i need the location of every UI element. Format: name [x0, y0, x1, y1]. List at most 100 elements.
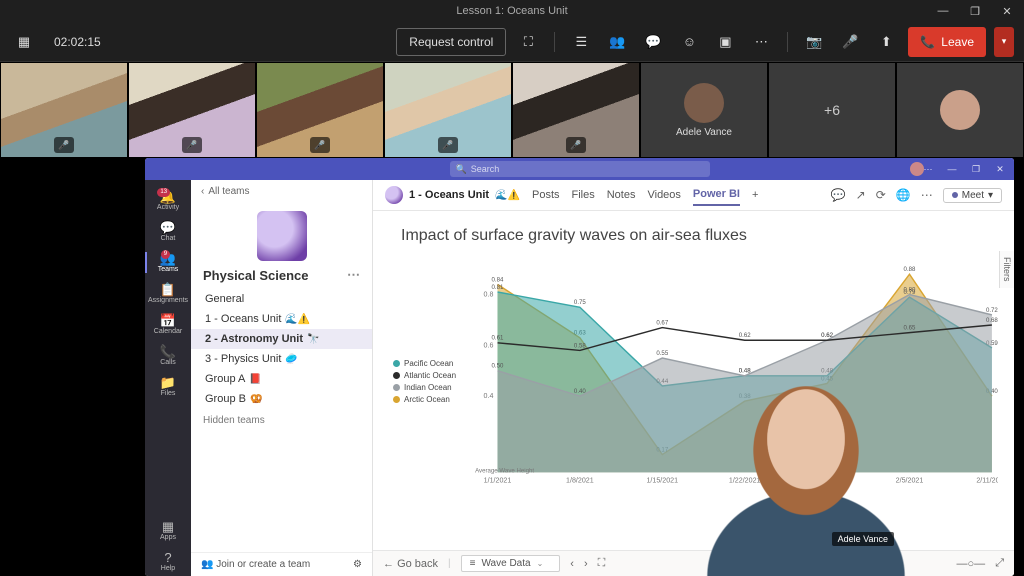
rail-item-calendar[interactable]: 📅Calendar — [145, 310, 191, 339]
hidden-teams-link[interactable]: Hidden teams — [191, 409, 372, 432]
next-page-button[interactable]: › — [584, 558, 588, 570]
people-icon[interactable]: 👥 — [603, 28, 631, 56]
stop-presenting-icon[interactable]: ⛶ — [514, 28, 542, 56]
request-control-button[interactable]: Request control — [396, 28, 506, 56]
inner-maximize-icon[interactable]: ❐ — [966, 158, 986, 180]
channel-item[interactable]: Group A 📕 — [191, 369, 372, 389]
tab-expand-icon[interactable]: ↗ — [856, 188, 866, 202]
more-icon[interactable]: ⋯ — [747, 28, 775, 56]
channel-title: 1 - Oceans Unit 🌊⚠️ — [385, 186, 520, 204]
rail-item-apps[interactable]: ▦Apps — [145, 516, 191, 545]
grid-view-icon[interactable]: ▦ — [10, 28, 38, 56]
chart-title: Impact of surface gravity waves on air-s… — [401, 227, 998, 245]
legend-item: Arctic Ocean — [393, 395, 469, 404]
go-back-button[interactable]: ← Go back — [383, 558, 438, 570]
close-icon[interactable]: ✕ — [994, 0, 1020, 22]
rail-item-chat[interactable]: 💬Chat — [145, 217, 191, 246]
add-tab-button[interactable]: + — [752, 185, 758, 205]
svg-text:0.55: 0.55 — [656, 350, 668, 357]
tab-globe-icon[interactable]: 🌐 — [896, 188, 911, 202]
rail-item-calls[interactable]: 📞Calls — [145, 341, 191, 370]
prev-page-button[interactable]: ‹ — [570, 558, 574, 570]
participant-self-tile[interactable] — [897, 63, 1023, 157]
participant-tile[interactable]: 🎤 — [129, 63, 255, 157]
rail-item-activity[interactable]: 🔔13Activity — [145, 186, 191, 215]
minimize-icon[interactable]: — — [930, 0, 956, 22]
report-page-tab[interactable]: ≡ Wave Data ⌄ — [461, 555, 561, 572]
fullscreen-icon[interactable]: ⤢ — [995, 557, 1004, 570]
share-icon[interactable]: ⬆ — [872, 28, 900, 56]
tab-posts[interactable]: Posts — [532, 185, 560, 205]
mic-indicator-icon: 🎤 — [438, 137, 458, 153]
leave-menu-button[interactable]: ▾ — [994, 27, 1014, 57]
participant-strip: 🎤 🎤 🎤 🎤 🎤 Adele Vance +6 — [0, 62, 1024, 158]
mic-indicator-icon: 🎤 — [310, 137, 330, 153]
chat-icon[interactable]: 💬 — [639, 28, 667, 56]
svg-text:1/29/2021: 1/29/2021 — [811, 477, 843, 485]
shared-teams-window: 🔍 Search ⋯ — ❐ ✕ 🔔13Activity💬Chat👥9Teams… — [145, 158, 1014, 576]
inner-close-icon[interactable]: ✕ — [990, 158, 1010, 180]
zoom-slider-icon[interactable]: —○— — [957, 558, 986, 570]
filters-pane-toggle[interactable]: Filters — [999, 251, 1014, 288]
participant-tile[interactable]: 🎤 — [1, 63, 127, 157]
inner-nine-dots-icon[interactable]: ⋯ — [918, 158, 938, 180]
rail-item-help[interactable]: ?Help — [145, 547, 191, 576]
chart-canvas: 0.840.630.170.380.450.880.400.810.750.44… — [469, 263, 998, 499]
team-more-icon[interactable]: ⋯ — [347, 267, 360, 283]
legend-item: Atlantic Ocean — [393, 371, 469, 380]
channel-tabs: 1 - Oceans Unit 🌊⚠️ Posts Files Notes Video… — [373, 180, 1014, 211]
inner-search-input[interactable]: 🔍 Search — [450, 161, 710, 177]
team-channel-list: ‹ All teams Physical Science⋯ General1 -… — [191, 180, 373, 576]
maximize-icon[interactable]: ❐ — [962, 0, 988, 22]
team-name-header[interactable]: Physical Science⋯ — [191, 265, 372, 289]
tab-notes[interactable]: Notes — [607, 185, 636, 205]
participant-tile[interactable]: 🎤 — [385, 63, 511, 157]
tab-chat-icon[interactable]: 💬 — [831, 188, 846, 202]
reactions-icon[interactable]: ☺ — [675, 28, 703, 56]
mic-indicator-icon: 🎤 — [54, 137, 74, 153]
participant-tile-named[interactable]: Adele Vance — [641, 63, 767, 157]
channel-avatar-icon — [385, 186, 403, 204]
svg-text:0.67: 0.67 — [656, 319, 668, 326]
svg-text:0.75: 0.75 — [574, 299, 586, 306]
tab-videos[interactable]: Videos — [647, 185, 680, 205]
rail-item-assignments[interactable]: 📋Assignments — [145, 279, 191, 308]
chart-legend: Pacific OceanAtlantic OceanIndian OceanA… — [389, 263, 469, 499]
svg-text:0.40: 0.40 — [574, 388, 586, 395]
svg-text:0.48: 0.48 — [739, 368, 751, 375]
participant-tile[interactable]: 🎤 — [513, 63, 639, 157]
svg-text:0.80: 0.80 — [904, 286, 916, 293]
participant-tile[interactable]: 🎤 — [257, 63, 383, 157]
tab-power-bi[interactable]: Power BI — [693, 184, 740, 206]
rail-item-files[interactable]: 📁Files — [145, 372, 191, 401]
meet-button[interactable]: Meet ▾ — [943, 188, 1002, 203]
tab-more-icon[interactable]: ⋯ — [921, 188, 933, 202]
join-create-team-link[interactable]: 👥 Join or create a team — [201, 559, 310, 570]
svg-text:1/8/2021: 1/8/2021 — [566, 477, 594, 485]
tab-files[interactable]: Files — [572, 185, 595, 205]
participant-overflow-tile[interactable]: +6 — [769, 63, 895, 157]
channel-item[interactable]: Group B 🥨 — [191, 389, 372, 409]
svg-text:0.8: 0.8 — [484, 291, 494, 299]
channel-item[interactable]: 3 - Physics Unit 🥏 — [191, 349, 372, 369]
channel-item[interactable]: 2 - Astronomy Unit 🔭 — [191, 329, 372, 349]
svg-text:Average Wave Height: Average Wave Height — [475, 467, 534, 474]
channel-item[interactable]: General — [191, 289, 372, 309]
channel-item[interactable]: 1 - Oceans Unit 🌊⚠️ — [191, 309, 372, 329]
list-icon[interactable]: ☰ — [567, 28, 595, 56]
mic-icon[interactable]: 🎤 — [836, 28, 864, 56]
window-titlebar: Lesson 1: Oceans Unit — ❐ ✕ — [0, 0, 1024, 22]
all-teams-link[interactable]: ‹ All teams — [191, 180, 372, 203]
rail-item-teams[interactable]: 👥9Teams — [145, 248, 191, 277]
fit-page-icon[interactable]: ⛶ — [598, 557, 606, 570]
meeting-toolbar: ▦ 02:02:15 Request control ⛶ ☰ 👥 💬 ☺ ▣ ⋯… — [0, 22, 1024, 62]
camera-icon[interactable]: 📷 — [800, 28, 828, 56]
window-title: Lesson 1: Oceans Unit — [456, 5, 567, 17]
tab-refresh-icon[interactable]: ⟳ — [876, 188, 886, 202]
team-avatar[interactable] — [257, 211, 307, 261]
rooms-icon[interactable]: ▣ — [711, 28, 739, 56]
inner-minimize-icon[interactable]: — — [942, 158, 962, 180]
leave-button[interactable]: 📞 Leave — [908, 27, 986, 57]
mic-indicator-icon: 🎤 — [566, 137, 586, 153]
manage-teams-icon[interactable]: ⚙ — [353, 559, 362, 570]
